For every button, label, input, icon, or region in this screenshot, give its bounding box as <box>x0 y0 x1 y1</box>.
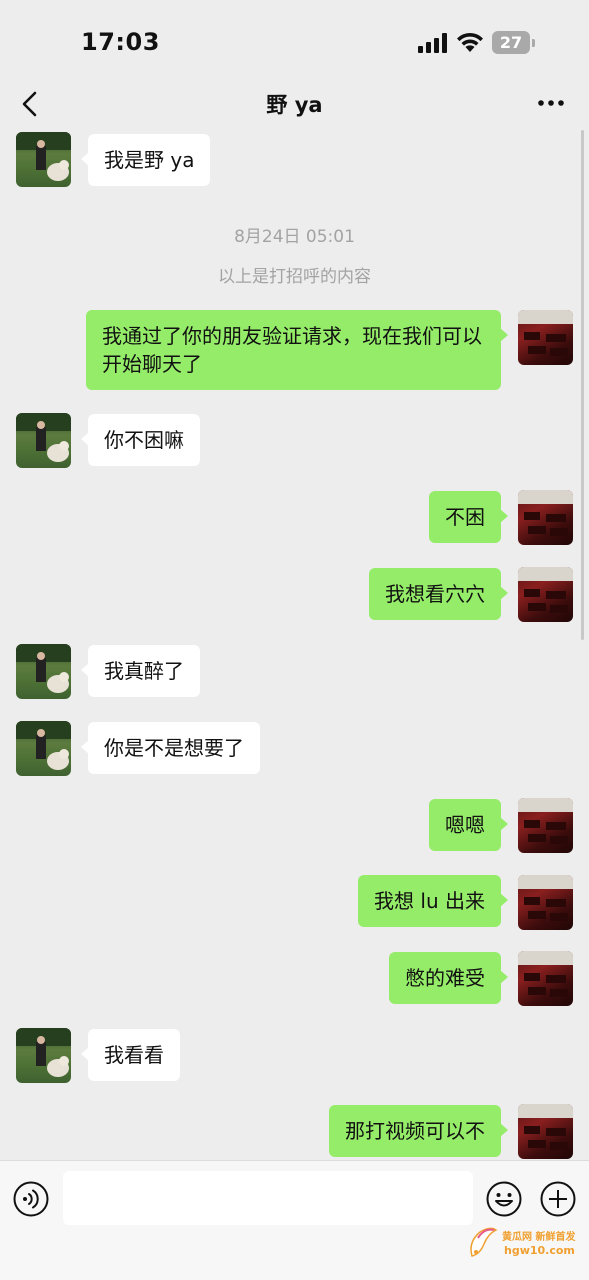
battery-icon: 27 <box>492 31 536 54</box>
sent-message-bubble[interactable]: 不困 <box>429 491 508 543</box>
my-avatar[interactable] <box>518 490 573 545</box>
my-avatar[interactable] <box>518 567 573 622</box>
chat-title: 野 ya <box>266 93 323 117</box>
my-avatar[interactable] <box>518 951 573 1006</box>
received-message-bubble[interactable]: 我是野 ya <box>80 134 211 186</box>
sent-message-bubble[interactable]: 我想 lu 出来 <box>358 875 508 927</box>
contact-avatar[interactable] <box>16 644 71 699</box>
sent-message-bubble[interactable]: 嗯嗯 <box>429 799 508 851</box>
scroll-indicator[interactable] <box>581 130 584 640</box>
my-avatar[interactable] <box>518 310 573 365</box>
contact-avatar[interactable] <box>16 413 71 468</box>
sent-message-bubble[interactable]: 我想看穴穴 <box>369 568 508 620</box>
my-avatar[interactable] <box>518 1104 573 1159</box>
my-avatar[interactable] <box>518 875 573 930</box>
received-message-bubble[interactable]: 你是不是想要了 <box>81 722 260 774</box>
received-message-bubble[interactable]: 我真醉了 <box>81 645 200 697</box>
sent-message-bubble[interactable]: 憋的难受 <box>389 952 508 1004</box>
sent-message-bubble[interactable]: 我通过了你的朋友验证请求，现在我们可以开始聊天了 <box>86 310 508 390</box>
received-message-bubble[interactable]: 你不困嘛 <box>81 414 200 466</box>
sent-message-bubble[interactable]: 那打视频可以不 <box>329 1105 508 1157</box>
emoji-icon[interactable] <box>486 1181 522 1217</box>
message-list[interactable]: 我是野 ya 8月24日 05:01 以上是打招呼的内容 我通过了你的朋友验证请… <box>0 130 589 1160</box>
watermark: 黄瓜网 新鲜首发 hgw10.com <box>466 1222 578 1262</box>
voice-input-icon[interactable] <box>13 1181 49 1217</box>
status-bar: 17:03 27 <box>0 0 589 78</box>
status-time: 17:03 <box>81 28 160 56</box>
battery-level: 27 <box>499 33 523 52</box>
cucumber-logo-icon <box>470 1227 498 1257</box>
message-timestamp: 8月24日 05:01 <box>234 227 355 247</box>
my-avatar[interactable] <box>518 798 573 853</box>
message-input[interactable] <box>63 1171 473 1225</box>
system-note: 以上是打招呼的内容 <box>218 267 371 287</box>
plus-circle-icon[interactable] <box>540 1181 576 1217</box>
contact-avatar[interactable] <box>16 132 71 187</box>
received-message-bubble[interactable]: 我看看 <box>81 1029 180 1081</box>
more-dots-icon[interactable] <box>536 94 566 112</box>
contact-avatar[interactable] <box>16 721 71 776</box>
battery-tip <box>532 39 535 47</box>
watermark-text: 黄瓜网 新鲜首发 <box>502 1232 576 1243</box>
wifi-icon <box>457 32 483 52</box>
watermark-url: hgw10.com <box>504 1244 575 1257</box>
chat-header: 野 ya <box>0 78 589 130</box>
cellular-signal-icon <box>418 33 447 53</box>
contact-avatar[interactable] <box>16 1028 71 1083</box>
input-bar <box>0 1160 589 1280</box>
